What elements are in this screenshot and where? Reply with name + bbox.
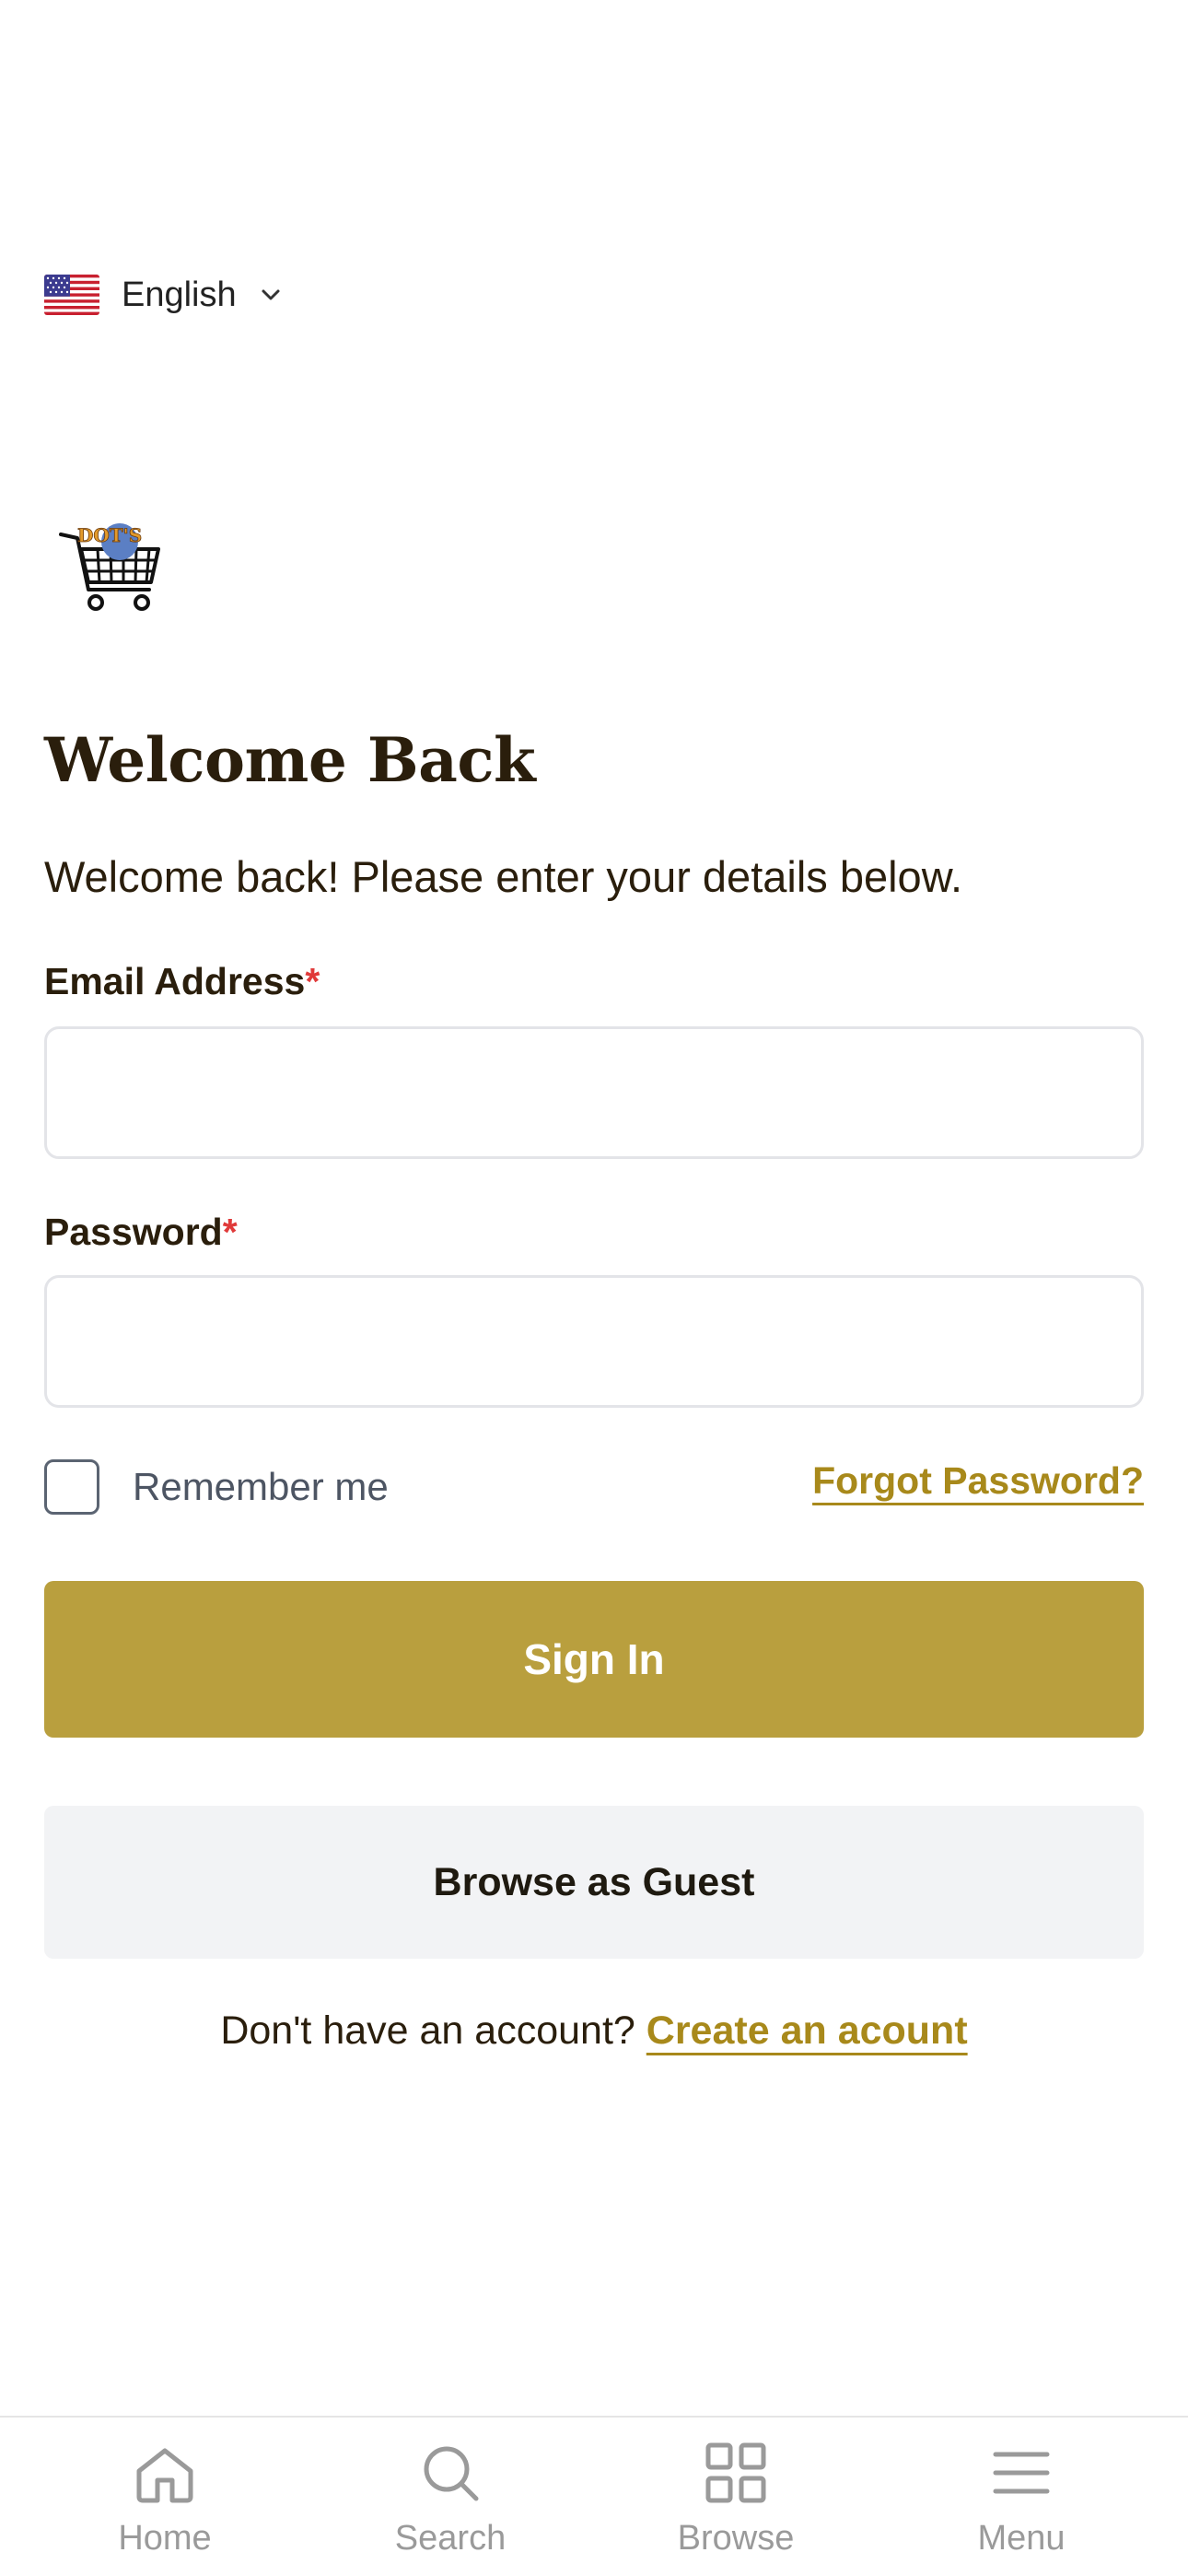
remember-me-label: Remember me (133, 1465, 389, 1508)
tab-home[interactable]: Home (22, 2418, 308, 2576)
email-label: Email Address* (44, 960, 320, 1002)
search-icon (424, 2446, 479, 2501)
tab-label: Browse (677, 2519, 795, 2558)
tab-label: Menu (977, 2519, 1066, 2558)
tab-search[interactable]: Search (308, 2418, 593, 2576)
create-account-link[interactable]: Create an acount (646, 2008, 968, 2053)
page-title: Welcome Back (44, 724, 536, 796)
remember-me-row[interactable]: Remember me (44, 1458, 389, 1516)
menu-icon (993, 2452, 1050, 2494)
us-flag-icon (44, 275, 99, 315)
tab-menu[interactable]: Menu (879, 2418, 1164, 2576)
tab-browse[interactable]: Browse (593, 2418, 879, 2576)
page-subtitle: Welcome back! Please enter your details … (44, 852, 963, 901)
tab-label: Home (118, 2519, 212, 2558)
sign-in-button[interactable]: Sign In (44, 1581, 1144, 1738)
language-selector[interactable]: English (44, 273, 281, 317)
signup-prompt: Don't have an account? Create an acount (220, 2008, 968, 2053)
grid-icon (705, 2442, 766, 2503)
store-logo: DOT'S (57, 518, 166, 628)
forgot-password-link[interactable]: Forgot Password? (812, 1459, 1144, 1503)
password-field[interactable] (44, 1275, 1144, 1408)
bottom-tab-bar: Home Search Browse Menu (0, 2416, 1188, 2576)
tab-label: Search (394, 2519, 507, 2558)
remember-me-checkbox[interactable] (44, 1459, 99, 1515)
required-mark: * (305, 960, 320, 1002)
required-mark: * (222, 1211, 238, 1253)
browse-as-guest-button[interactable]: Browse as Guest (44, 1806, 1144, 1959)
home-icon (136, 2448, 193, 2503)
language-label: English (122, 275, 237, 314)
chevron-down-icon (261, 288, 281, 301)
logo-text: DOT'S (77, 524, 142, 546)
email-field[interactable] (44, 1026, 1144, 1159)
password-label: Password* (44, 1211, 238, 1253)
